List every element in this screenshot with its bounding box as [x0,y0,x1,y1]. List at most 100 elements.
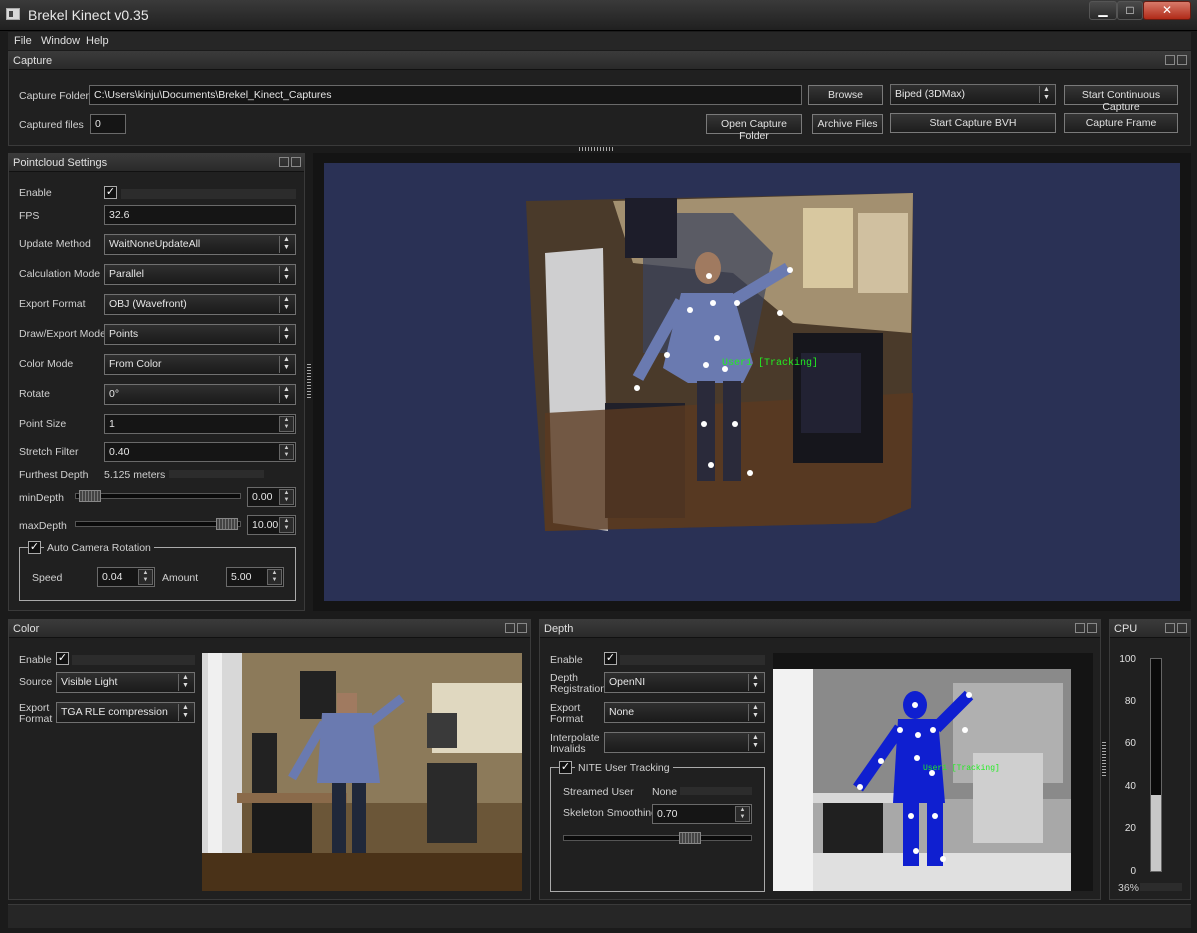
depth-enable-label: Enable [550,654,583,666]
start-continuous-capture-button[interactable]: Start Continuous Capture [1064,85,1178,113]
interpolate-invalids-select[interactable]: ▲ ▼ [604,732,765,753]
pointcloud-panel-title: Pointcloud Settings [13,157,108,169]
color-mode-label: Color Mode [19,358,74,370]
auto-camera-rotation-checkbox[interactable]: ✓ [28,541,41,554]
cpu-panel: CPU 100 80 60 40 20 0 36% [1109,619,1191,900]
source-value: Visible Light [61,676,118,688]
capture-folder-input[interactable]: C:\Users\kinju\Documents\Brekel_Kinect_C… [89,85,802,105]
streamed-user-value: None [652,786,678,798]
browse-button[interactable]: Browse [808,85,883,105]
captured-files-label: Captured files [19,119,84,131]
splitter-handle[interactable] [1102,740,1106,776]
pointcloud-viewport[interactable]: User1 [Tracking] [313,153,1191,611]
source-select[interactable]: Visible Light ▲ ▼ [56,672,195,693]
draw-export-mode-select[interactable]: Points ▲ ▼ [104,324,296,345]
update-method-select[interactable]: WaitNoneUpdateAll ▲ ▼ [104,234,296,255]
point-size-spinbox[interactable]: 1 ▲ ▼ [104,414,296,434]
splitter-handle[interactable] [579,147,615,151]
furthest-depth-bar [169,470,264,478]
max-depth-value: 10.00 [252,519,279,531]
open-capture-folder-button[interactable]: Open Capture Folder [706,114,802,142]
combo-arrow-icon: ▲ ▼ [178,674,192,691]
depth-export-format-select[interactable]: None ▲ ▼ [604,702,765,723]
enable-label: Enable [19,187,52,199]
menu-bar: File Window Help [8,32,1191,50]
calculation-mode-value: Parallel [109,268,145,280]
combo-arrow-icon: ▲ ▼ [279,266,293,283]
check-icon: ✓ [29,541,40,553]
combo-arrow-icon: ▲ ▼ [279,326,293,343]
skeleton-smoothing-spinbox[interactable]: 0.70 ▲ ▼ [652,804,752,824]
skeleton-smoothing-slider[interactable] [563,835,752,841]
cpu-percent: 36% [1118,882,1140,894]
window-title: Brekel Kinect v0.35 [28,7,149,23]
float-icon[interactable] [505,623,515,633]
export-format-select[interactable]: OBJ (Wavefront) ▲ ▼ [104,294,296,315]
float-icon[interactable] [1075,623,1085,633]
combo-arrow-icon: ▲ ▼ [748,734,762,751]
color-mode-select[interactable]: From Color ▲ ▼ [104,354,296,375]
combo-arrow-icon: ▲ ▼ [178,704,192,721]
color-panel-title: Color [13,623,40,635]
pointcloud-canvas[interactable]: User1 [Tracking] [313,153,1191,611]
spin-arrows-icon[interactable]: ▲ ▼ [735,806,750,822]
calculation-mode-select[interactable]: Parallel ▲ ▼ [104,264,296,285]
float-icon[interactable] [279,157,289,167]
max-depth-label: maxDepth [19,520,67,532]
point-size-value: 1 [109,418,115,430]
rotate-select[interactable]: 0° ▲ ▼ [104,384,296,405]
capture-format-select[interactable]: Biped (3DMax) ▲ ▼ [890,84,1056,105]
spin-arrows-icon[interactable]: ▲ ▼ [279,444,294,460]
cpu-panel-title: CPU [1114,623,1138,635]
speed-spinbox[interactable]: 0.04 ▲ ▼ [97,567,155,587]
min-depth-spinbox[interactable]: 0.00 ▲ ▼ [247,487,296,507]
amount-spinbox[interactable]: 5.00 ▲ ▼ [226,567,284,587]
close-icon[interactable] [517,623,527,633]
close-icon[interactable] [1087,623,1097,633]
max-depth-slider-handle[interactable] [216,518,238,530]
spin-arrows-icon[interactable]: ▲ ▼ [279,489,294,505]
menu-help[interactable]: Help [86,35,109,47]
archive-files-button[interactable]: Archive Files [812,114,883,134]
capture-frame-button[interactable]: Capture Frame [1064,113,1178,133]
menu-file[interactable]: File [14,35,32,47]
enable-checkbox[interactable]: ✓ [104,186,117,199]
float-icon[interactable] [1165,55,1175,65]
min-depth-slider-handle[interactable] [79,490,101,502]
color-enable-checkbox[interactable]: ✓ [56,652,69,665]
start-capture-bvh-button[interactable]: Start Capture BVH [890,113,1056,133]
close-icon[interactable] [1177,623,1187,633]
rotate-value: 0° [109,388,120,400]
pointcloud-settings-panel: Pointcloud Settings Enable ✓ FPS 32.6 Up… [8,153,305,611]
spin-arrows-icon[interactable]: ▲ ▼ [138,569,153,585]
close-button[interactable]: ✕ [1143,1,1191,20]
splitter-handle[interactable] [307,362,311,398]
depth-registration-select[interactable]: OpenNI ▲ ▼ [604,672,765,693]
combo-arrow-icon: ▲ ▼ [1039,86,1053,103]
spin-arrows-icon[interactable]: ▲ ▼ [267,569,282,585]
combo-arrow-icon: ▲ ▼ [279,356,293,373]
depth-registration-value: OpenNI [609,676,646,688]
app-icon [6,8,20,20]
cpu-meter-fill [1151,794,1161,871]
cpu-tick: 80 [1124,696,1136,707]
nite-user-tracking-label: NITE User Tracking [575,762,673,774]
skeleton-smoothing-slider-handle[interactable] [679,832,701,844]
depth-enable-checkbox[interactable]: ✓ [604,652,617,665]
close-icon[interactable] [291,157,301,167]
stretch-filter-spinbox[interactable]: 0.40 ▲ ▼ [104,442,296,462]
spin-arrows-icon[interactable]: ▲ ▼ [279,517,294,533]
color-export-format-select[interactable]: TGA RLE compression ▲ ▼ [56,702,195,723]
minimize-button[interactable]: ▁ [1089,1,1117,20]
depth-export-format-value: None [609,706,635,718]
update-method-value: WaitNoneUpdateAll [109,238,201,250]
color-panel: Color Enable ✓ Source Visible Light ▲ ▼ Ex… [8,619,531,900]
close-icon[interactable] [1177,55,1187,65]
nite-user-tracking-checkbox[interactable]: ✓ [559,761,572,774]
spin-arrows-icon[interactable]: ▲ ▼ [279,416,294,432]
maximize-button[interactable]: □ [1117,1,1143,20]
max-depth-spinbox[interactable]: 10.00 ▲ ▼ [247,515,296,535]
float-icon[interactable] [1165,623,1175,633]
depth-panel: Depth Enable ✓ Depth Registration OpenNI… [539,619,1101,900]
menu-window[interactable]: Window [41,35,80,47]
